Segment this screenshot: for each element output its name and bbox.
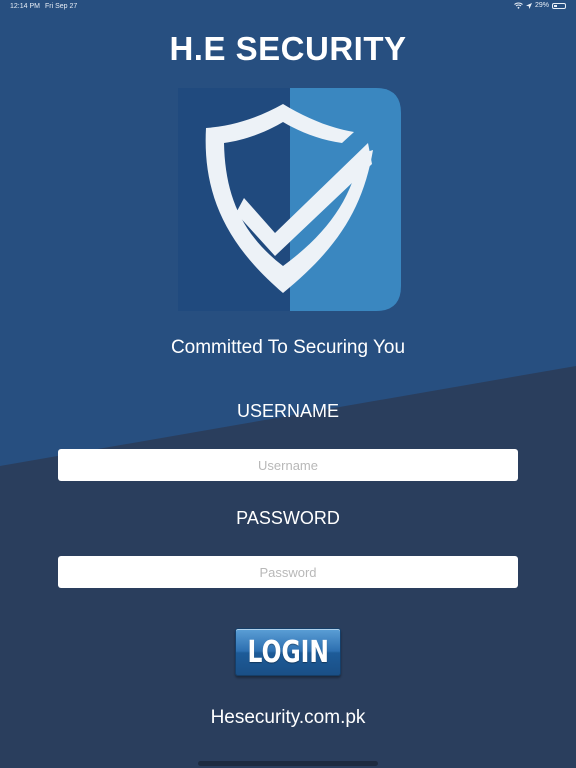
tagline: Committed To Securing You	[170, 337, 406, 358]
battery-percentage: 29%	[534, 2, 549, 9]
password-input[interactable]	[58, 556, 518, 588]
username-input[interactable]	[58, 449, 518, 481]
login-button[interactable]: LOGIN	[235, 628, 341, 676]
password-label: PASSWORD	[236, 508, 340, 528]
status-time: 12:14 PM	[10, 3, 40, 10]
home-indicator[interactable]	[198, 761, 378, 766]
battery-level	[554, 4, 558, 7]
status-indicators: 29%	[514, 2, 566, 9]
location-arrow-icon	[525, 2, 532, 9]
app-title: H.E SECURITY	[169, 30, 407, 67]
login-button-label: LOGIN	[247, 634, 329, 670]
status-bar: 12:14 PM Fri Sep 27 29%	[0, 0, 576, 14]
battery-icon	[552, 2, 566, 9]
username-label: USERNAME	[236, 401, 339, 421]
wifi-icon	[514, 2, 523, 9]
shield-check-icon	[178, 88, 401, 311]
status-date: Fri Sep 27	[45, 3, 78, 10]
website-link[interactable]: Hesecurity.com.pk	[0, 707, 576, 729]
